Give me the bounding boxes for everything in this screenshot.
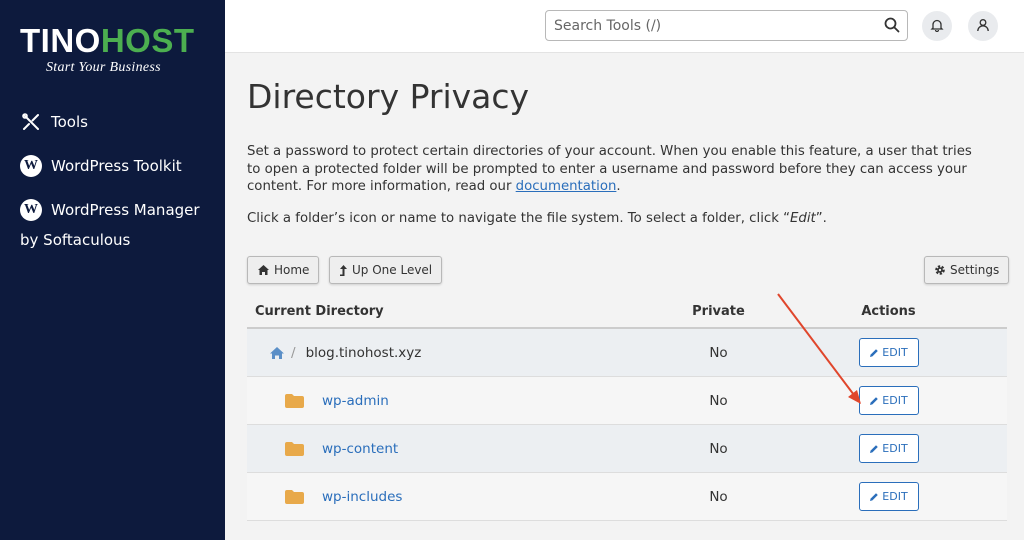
edit-button[interactable]: EDIT <box>858 482 919 511</box>
sidebar-item-label: Tools <box>51 113 88 131</box>
top-header <box>225 0 1024 53</box>
pencil-icon <box>869 492 879 502</box>
pencil-icon <box>869 396 879 406</box>
navigation-hint: Click a folder’s icon or name to navigat… <box>247 211 827 226</box>
notifications-button[interactable] <box>922 11 952 41</box>
folder-link[interactable]: wp-content <box>322 441 398 457</box>
private-status: No <box>709 344 728 361</box>
sidebar-item-wordpress-manager[interactable]: W WordPress Manager by Softaculous <box>20 198 220 252</box>
folder-link[interactable]: wp-includes <box>322 489 402 505</box>
table-row: wp-includes No EDIT <box>247 473 1007 521</box>
directory-table: Current Directory Private Actions / blog… <box>247 295 1007 521</box>
sidebar-nav: Tools W WordPress Toolkit W WordPress Ma… <box>20 110 220 272</box>
wordpress-icon: W <box>20 155 42 177</box>
edit-button[interactable]: EDIT <box>858 434 919 463</box>
folder-icon[interactable] <box>285 441 304 456</box>
user-icon <box>976 17 990 36</box>
header-current-directory: Current Directory <box>255 303 384 319</box>
private-status: No <box>709 392 728 409</box>
page-description: Set a password to protect certain direct… <box>247 144 972 194</box>
page-title: Directory Privacy <box>247 77 530 116</box>
folder-link[interactable]: wp-admin <box>322 393 389 409</box>
pencil-icon <box>869 444 879 454</box>
table-row: wp-admin No EDIT <box>247 377 1007 425</box>
table-header: Current Directory Private Actions <box>247 295 1007 329</box>
documentation-link[interactable]: documentation <box>516 179 617 194</box>
tools-icon <box>20 111 42 133</box>
user-menu-button[interactable] <box>968 11 998 41</box>
table-row-current: / blog.tinohost.xyz No EDIT <box>247 329 1007 377</box>
private-status: No <box>709 488 728 505</box>
sidebar-item-wordpress-toolkit[interactable]: W WordPress Toolkit <box>20 154 220 178</box>
private-status: No <box>709 440 728 457</box>
edit-button[interactable]: EDIT <box>858 338 919 367</box>
brand-tagline: Start Your Business <box>46 60 161 75</box>
gear-icon <box>934 264 946 276</box>
home-icon <box>257 264 270 276</box>
folder-icon[interactable] <box>285 393 304 408</box>
bell-icon <box>930 17 944 36</box>
up-one-level-button[interactable]: Up One Level <box>329 256 443 284</box>
table-row: wp-content No EDIT <box>247 425 1007 473</box>
sidebar: TINOHOST Start Your Business Tools W Wor… <box>0 0 225 540</box>
home-icon[interactable] <box>269 346 285 360</box>
sidebar-item-label: WordPress Toolkit <box>51 157 182 175</box>
pencil-icon <box>869 348 879 358</box>
current-directory-name: blog.tinohost.xyz <box>305 344 422 361</box>
home-button[interactable]: Home <box>247 256 320 284</box>
search-input[interactable] <box>546 11 866 40</box>
sidebar-item-label: WordPress Manager <box>51 201 200 219</box>
folder-icon[interactable] <box>285 489 304 504</box>
search-box <box>545 10 908 41</box>
path-separator: / <box>291 344 296 361</box>
level-up-icon <box>339 264 348 277</box>
brand-name: TINOHOST <box>20 22 195 59</box>
sidebar-item-tools[interactable]: Tools <box>20 110 220 134</box>
header-actions: Actions <box>861 303 916 319</box>
sidebar-item-label-line2: by Softaculous <box>20 231 131 249</box>
brand-logo[interactable]: TINOHOST Start Your Business <box>20 24 210 76</box>
search-icon[interactable] <box>884 17 900 33</box>
settings-button[interactable]: Settings <box>924 256 1010 284</box>
wordpress-icon: W <box>20 199 42 221</box>
header-private: Private <box>692 303 745 319</box>
edit-button[interactable]: EDIT <box>858 386 919 415</box>
